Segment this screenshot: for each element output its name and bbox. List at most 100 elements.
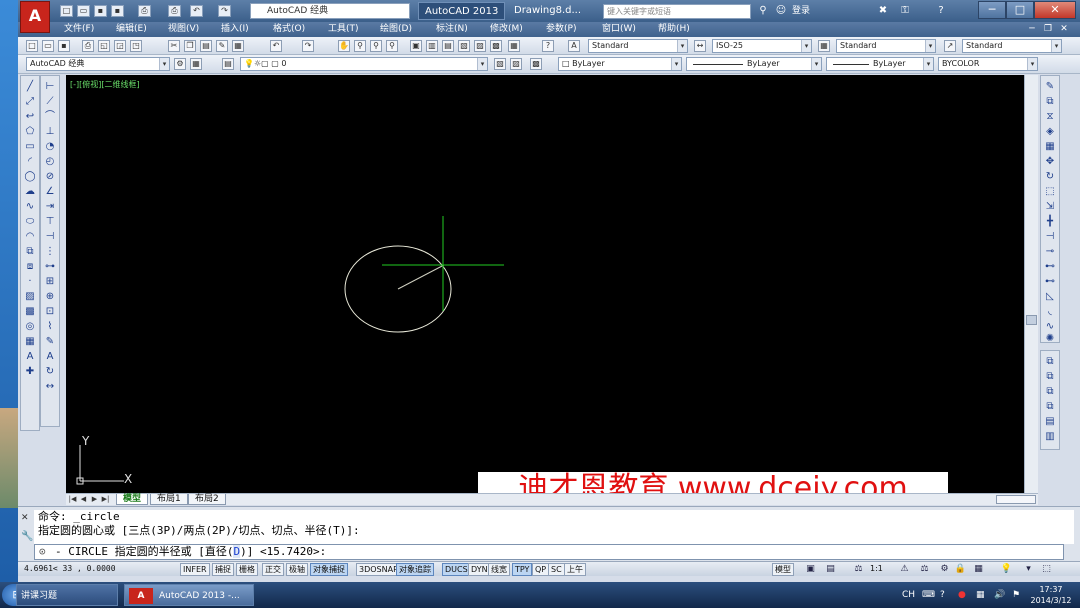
plot-tb-icon[interactable]: ⎙: [82, 40, 94, 52]
inspect-icon[interactable]: ⊡: [43, 305, 57, 318]
arc-length-icon[interactable]: ⌒: [43, 110, 57, 123]
rectangle-icon[interactable]: ▭: [23, 140, 37, 153]
circle-icon[interactable]: ◯: [23, 170, 37, 183]
vertical-scrollbar[interactable]: [1024, 75, 1038, 493]
help-icon[interactable]: ?: [934, 5, 948, 17]
annotation-visibility-icon[interactable]: ⚠: [898, 563, 911, 576]
revcloud-icon[interactable]: ☁: [23, 185, 37, 198]
hardware-accel-icon[interactable]: ▦: [972, 563, 985, 576]
layer-combo[interactable]: 💡☼▢ ▢ 0 ▾: [240, 57, 488, 71]
new-file-icon[interactable]: □: [60, 5, 73, 17]
jogged-icon[interactable]: ◴: [43, 155, 57, 168]
mirror-icon[interactable]: ⧖: [1043, 110, 1057, 123]
annotation-scale-icon[interactable]: ⚖: [852, 563, 865, 576]
gradient-icon[interactable]: ▩: [23, 305, 37, 318]
hatch-back-icon[interactable]: ▥: [1043, 430, 1057, 443]
text-front-icon[interactable]: ▤: [1043, 415, 1057, 428]
doc-restore-icon[interactable]: ❐: [1042, 23, 1054, 35]
redo-icon[interactable]: ↷: [218, 5, 231, 17]
join-icon[interactable]: ⊷: [1043, 275, 1057, 288]
zoom-previous-icon[interactable]: ⚲: [386, 40, 398, 52]
menu-file[interactable]: 文件(F): [64, 23, 94, 36]
dim-style-icon[interactable]: ↔: [694, 40, 706, 52]
search-input[interactable]: 键入关键字或短语: [603, 4, 751, 19]
space-icon[interactable]: ⋮: [43, 245, 57, 258]
zoom-realtime-icon[interactable]: ⚲: [354, 40, 366, 52]
new-icon[interactable]: □: [26, 40, 38, 52]
status-toggle-polar[interactable]: 极轴: [286, 563, 308, 576]
status-toggle-3dosnap[interactable]: 3DOSNAP: [356, 563, 401, 576]
login-link[interactable]: 登录: [786, 2, 816, 20]
tab-drawing[interactable]: Drawing8.d...: [508, 2, 587, 20]
add-selected-icon[interactable]: ✚: [23, 365, 37, 378]
calc-icon[interactable]: ▦: [508, 40, 520, 52]
mleader-style-icon[interactable]: ↗: [944, 40, 956, 52]
status-toggle-am[interactable]: 上午: [564, 563, 586, 576]
plot-style-combo[interactable]: BYCOLOR ▾: [938, 57, 1038, 71]
tab-layout2[interactable]: 布局2: [188, 494, 226, 505]
keyboard-icon[interactable]: ⌨: [922, 582, 935, 608]
layer-manager-icon[interactable]: ▤: [222, 58, 234, 70]
rotate-icon[interactable]: ↻: [1043, 170, 1057, 183]
auto-scale-icon[interactable]: ⚖: [918, 563, 931, 576]
tool-palettes-icon[interactable]: ▤: [442, 40, 454, 52]
preview-icon[interactable]: ◱: [98, 40, 110, 52]
match-prop-icon[interactable]: ✎: [216, 40, 228, 52]
status-toggle-tpy[interactable]: TPY: [512, 563, 533, 576]
status-toggle-ortho[interactable]: 正交: [262, 563, 284, 576]
explode-icon[interactable]: ✺: [1043, 332, 1057, 345]
polygon-icon[interactable]: ⬠: [23, 125, 37, 138]
dim-text-edit-icon[interactable]: A: [43, 350, 57, 363]
break-at-point-icon[interactable]: ⊸: [1043, 245, 1057, 258]
design-center-icon[interactable]: ▥: [426, 40, 438, 52]
zoom-window-icon[interactable]: ⚲: [370, 40, 382, 52]
ordinate-icon[interactable]: ⊥: [43, 125, 57, 138]
status-toggle-infer[interactable]: INFER: [180, 563, 210, 576]
angular-icon[interactable]: ∠: [43, 185, 57, 198]
bring-front-icon[interactable]: ⧉: [1043, 355, 1057, 368]
pan-icon[interactable]: ✋: [338, 40, 350, 52]
ellipse-arc-icon[interactable]: ◠: [23, 230, 37, 243]
ellipse-icon[interactable]: ⬭: [23, 215, 37, 228]
quick-dim-icon[interactable]: ⇥: [43, 200, 57, 213]
undo-tb-icon[interactable]: ↶: [270, 40, 282, 52]
mtext-icon[interactable]: A: [23, 350, 37, 363]
workspace-icon[interactable]: ▦: [190, 58, 202, 70]
toolbar-lock-icon[interactable]: 🔒: [954, 563, 967, 576]
doc-close-icon[interactable]: ✕: [1058, 23, 1070, 35]
offset-icon[interactable]: ◈: [1043, 125, 1057, 138]
construction-line-icon[interactable]: ⤢: [23, 95, 37, 108]
menu-modify[interactable]: 修改(M): [490, 23, 523, 36]
doc-minimize-icon[interactable]: ─: [1026, 23, 1038, 35]
point-icon[interactable]: ·: [23, 275, 37, 288]
chamfer-icon[interactable]: ◺: [1043, 290, 1057, 303]
block-editor-icon[interactable]: ▦: [232, 40, 244, 52]
diameter-icon[interactable]: ⊘: [43, 170, 57, 183]
send-under-icon[interactable]: ⧉: [1043, 400, 1057, 413]
tab-autocad[interactable]: AutoCAD 2013: [418, 2, 506, 20]
menu-view[interactable]: 视图(V): [168, 23, 199, 36]
quick-view-layouts-icon[interactable]: ▣: [804, 563, 817, 576]
clean-screen-icon[interactable]: ⬚: [1040, 563, 1053, 576]
tolerance-icon[interactable]: ⊞: [43, 275, 57, 288]
command-input[interactable]: ⊙ - CIRCLE 指定圆的半径或 [直径(D)] <15.7420>:: [34, 544, 1064, 560]
menu-format[interactable]: 格式(O): [273, 23, 305, 36]
lineweight-combo[interactable]: ByLayer ▾: [826, 57, 934, 71]
binoculars-icon[interactable]: ⚲: [756, 5, 770, 17]
undo-icon[interactable]: ↶: [190, 5, 203, 17]
customize-icon[interactable]: 🔧: [21, 531, 33, 542]
workspace-settings-icon[interactable]: ⚙: [174, 58, 186, 70]
send-back-icon[interactable]: ⧉: [1043, 370, 1057, 383]
dim-style-tb-icon[interactable]: ↔: [43, 380, 57, 393]
first-tab-icon[interactable]: |◀: [68, 495, 77, 504]
lock-icon[interactable]: ⚿: [898, 5, 912, 17]
last-tab-icon[interactable]: ▶|: [101, 495, 110, 504]
volume-icon[interactable]: 🔊: [994, 582, 1005, 608]
bring-above-icon[interactable]: ⧉: [1043, 385, 1057, 398]
jogged-linear-icon[interactable]: ⌇: [43, 320, 57, 333]
trim-icon[interactable]: ╋: [1043, 215, 1057, 228]
region-icon[interactable]: ◎: [23, 320, 37, 333]
drawing-canvas[interactable]: [-][俯视][二维线框] Y X 迪才恩教育 www.dcejy.com: [66, 75, 1038, 493]
array-icon[interactable]: ▦: [1043, 140, 1057, 153]
break-obj-icon[interactable]: ⊷: [1043, 260, 1057, 273]
